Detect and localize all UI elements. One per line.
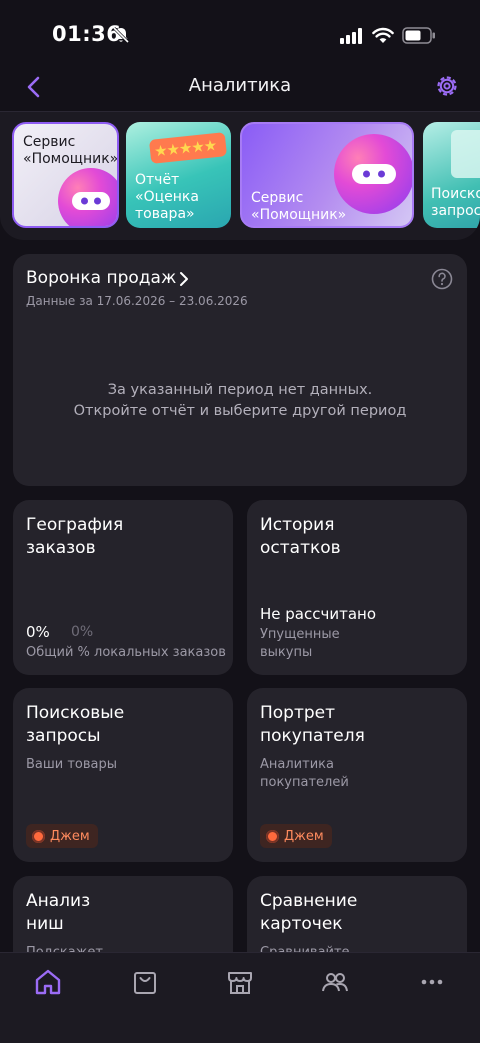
card-subtitle: Ваши товары [26, 757, 118, 772]
card-title: География заказов [26, 515, 124, 558]
card-subtitle: Аналитика покупателей [260, 757, 349, 790]
bottom-nav [0, 952, 480, 1043]
document-icon [451, 130, 480, 178]
gear-icon[interactable] [434, 73, 460, 99]
card-title: Поисковые запросы [26, 703, 125, 746]
funnel-title[interactable]: Воронка продаж [26, 268, 176, 288]
geo-value: 0% [26, 623, 50, 641]
banner-assistant-large[interactable]: Сервис «Помощник» [240, 122, 414, 228]
banner-carousel[interactable]: Сервис «Помощник» ★★★★★ Отчёт «Оценка то… [0, 112, 480, 240]
stock-history-card[interactable]: История остатков Не рассчитано Упущенные… [247, 500, 467, 675]
stock-status: Не рассчитано [260, 605, 377, 623]
more-icon[interactable] [417, 967, 447, 997]
signal-icon [340, 28, 362, 44]
search-queries-card[interactable]: Поисковые запросы Ваши товары Джем [13, 688, 233, 862]
banner-label: Поиско запрос [431, 186, 480, 219]
jam-badge: Джем [260, 824, 332, 848]
stock-caption: Упущенные выкупы [260, 627, 340, 660]
bag-icon[interactable] [130, 967, 160, 997]
status-time: 01:36 [52, 22, 122, 46]
geo-value-secondary: 0% [71, 624, 94, 640]
card-title: История остатков [260, 515, 341, 558]
home-icon[interactable] [33, 967, 63, 997]
jam-label: Джем [50, 828, 90, 844]
banner-label: Сервис «Помощник» [23, 134, 119, 167]
page-title: Аналитика [188, 75, 292, 96]
banner-label: Сервис «Помощник» [251, 190, 347, 223]
banner-label: Отчёт «Оценка товара» [135, 172, 199, 222]
empty-state-line: Откройте отчёт и выберите другой период [73, 403, 407, 419]
banner-product-rating[interactable]: ★★★★★ Отчёт «Оценка товара» [126, 122, 231, 228]
card-title: Сравнение карточек [260, 891, 358, 934]
help-icon[interactable] [431, 268, 453, 290]
wifi-icon [372, 27, 394, 43]
robot-icon [58, 168, 117, 226]
funnel-period: Данные за 17.06.2026 – 23.06.2026 [26, 294, 248, 308]
chevron-right-icon [180, 272, 188, 286]
empty-state-line: За указанный период нет данных. [107, 382, 373, 398]
rating-stars-icon: ★★★★★ [148, 132, 228, 164]
orders-geography-card[interactable]: География заказов 0% 0% Общий % локальны… [13, 500, 233, 675]
jam-label: Джем [284, 828, 324, 844]
jam-badge: Джем [26, 824, 98, 848]
header: Аналитика [0, 60, 480, 112]
jam-icon [266, 829, 279, 843]
card-title: Портрет покупателя [260, 703, 365, 746]
banner-assistant[interactable]: Сервис «Помощник» [12, 122, 119, 228]
buyer-portrait-card[interactable]: Портрет покупателя Аналитика покупателей… [247, 688, 467, 862]
sales-funnel-card[interactable]: Воронка продаж Данные за 17.06.2026 – 23… [13, 254, 467, 486]
empty-state: За указанный период нет данных. Откройте… [13, 380, 467, 422]
geo-caption: Общий % локальных заказов [26, 645, 226, 660]
banner-search-queries[interactable]: Поиско запрос [423, 122, 480, 228]
card-title: Анализ ниш [26, 891, 91, 934]
users-icon[interactable] [320, 967, 350, 997]
battery-icon [402, 27, 435, 44]
bell-off-icon [112, 26, 130, 44]
store-icon[interactable] [225, 967, 255, 997]
jam-icon [32, 829, 45, 843]
